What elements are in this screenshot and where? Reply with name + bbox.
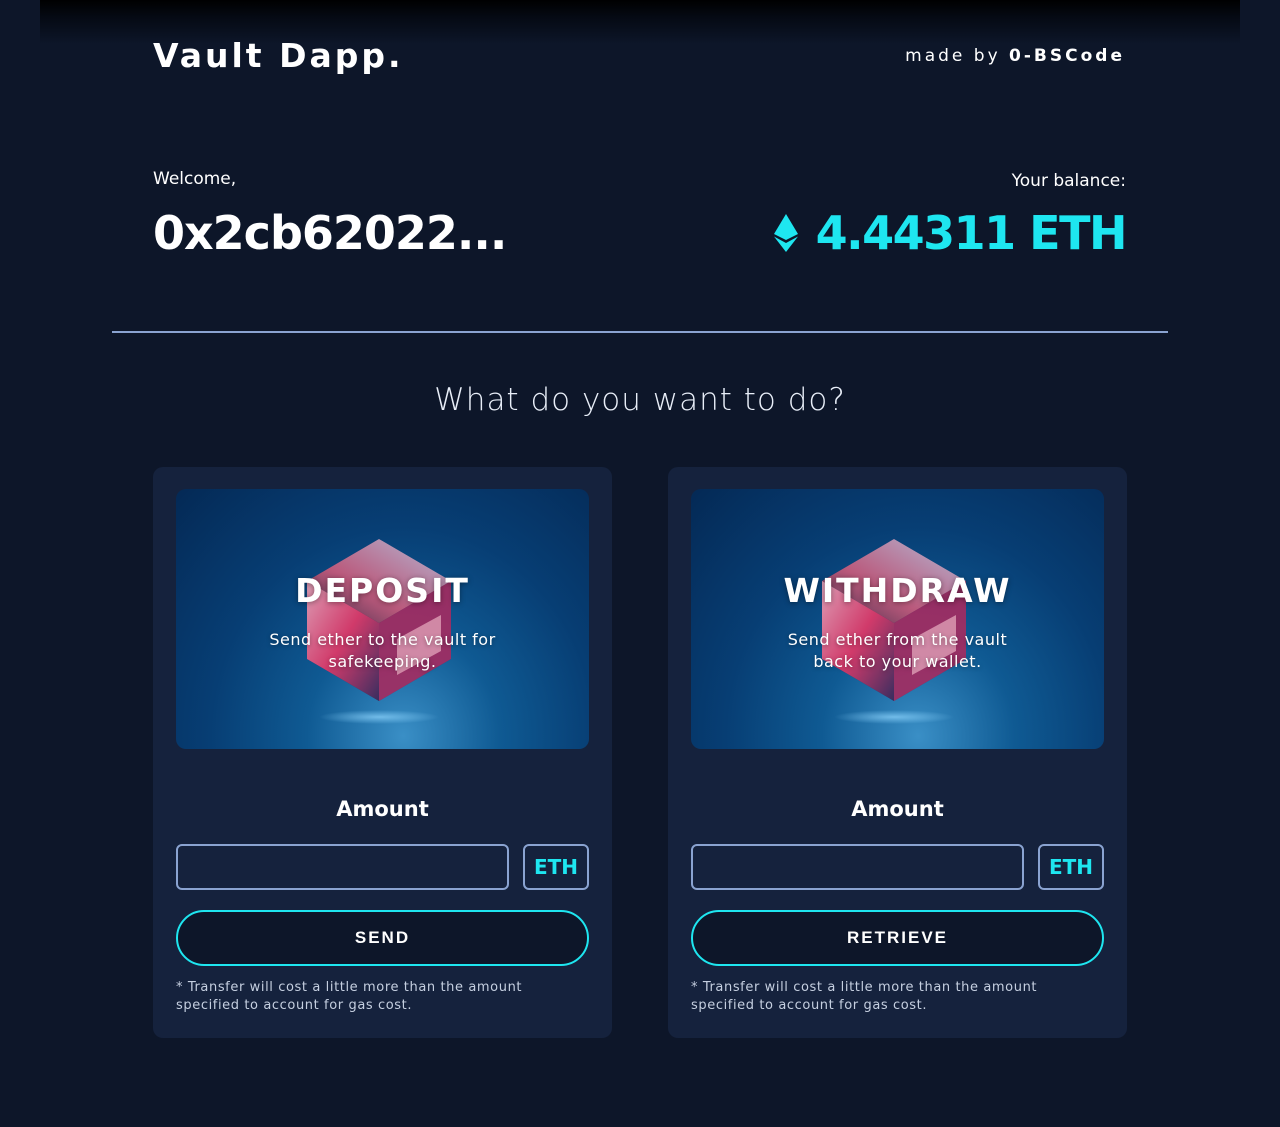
withdraw-gas-note: * Transfer will cost a little more than … — [691, 980, 1038, 1013]
section-divider — [112, 331, 1168, 333]
deposit-gas-note: * Transfer will cost a little more than … — [176, 980, 523, 1013]
balance-label: Your balance: — [1011, 171, 1126, 191]
withdraw-title: WITHDRAW — [783, 571, 1012, 610]
withdraw-amount-label: Amount — [851, 797, 944, 821]
deposit-amount-input[interactable] — [176, 844, 509, 890]
withdraw-hero-image: WITHDRAW Send ether from the vault back … — [691, 489, 1104, 749]
made-by-prefix: made by — [905, 46, 1001, 66]
ethereum-icon — [773, 214, 798, 252]
deposit-hero-image: DEPOSIT Send ether to the vault for safe… — [176, 489, 589, 749]
withdraw-unit-label: ETH — [1038, 844, 1104, 890]
withdraw-card: WITHDRAW Send ether from the vault back … — [668, 467, 1127, 1038]
deposit-title: DEPOSIT — [295, 571, 470, 610]
deposit-unit-label: ETH — [523, 844, 589, 890]
wallet-address: 0x2cb62022... — [153, 206, 507, 260]
action-prompt: What do you want to do? — [434, 382, 846, 418]
withdraw-subtitle: Send ether from the vault back to your w… — [787, 630, 1008, 671]
welcome-label: Welcome, — [153, 169, 237, 189]
retrieve-button[interactable]: RETRIEVE — [691, 910, 1104, 966]
made-by-author: 0-BSCode — [1009, 46, 1125, 66]
balance-display: 4.44311 ETH — [773, 206, 1128, 260]
withdraw-amount-input[interactable] — [691, 844, 1024, 890]
deposit-card: DEPOSIT Send ether to the vault for safe… — [153, 467, 612, 1038]
deposit-subtitle: Send ether to the vault for safekeeping. — [269, 630, 496, 671]
made-by-credit: made by 0-BSCode — [905, 46, 1125, 66]
brand-logo: Vault Dapp. — [153, 36, 404, 75]
send-button[interactable]: SEND — [176, 910, 589, 966]
balance-value: 4.44311 ETH — [815, 206, 1128, 260]
deposit-amount-label: Amount — [336, 797, 429, 821]
